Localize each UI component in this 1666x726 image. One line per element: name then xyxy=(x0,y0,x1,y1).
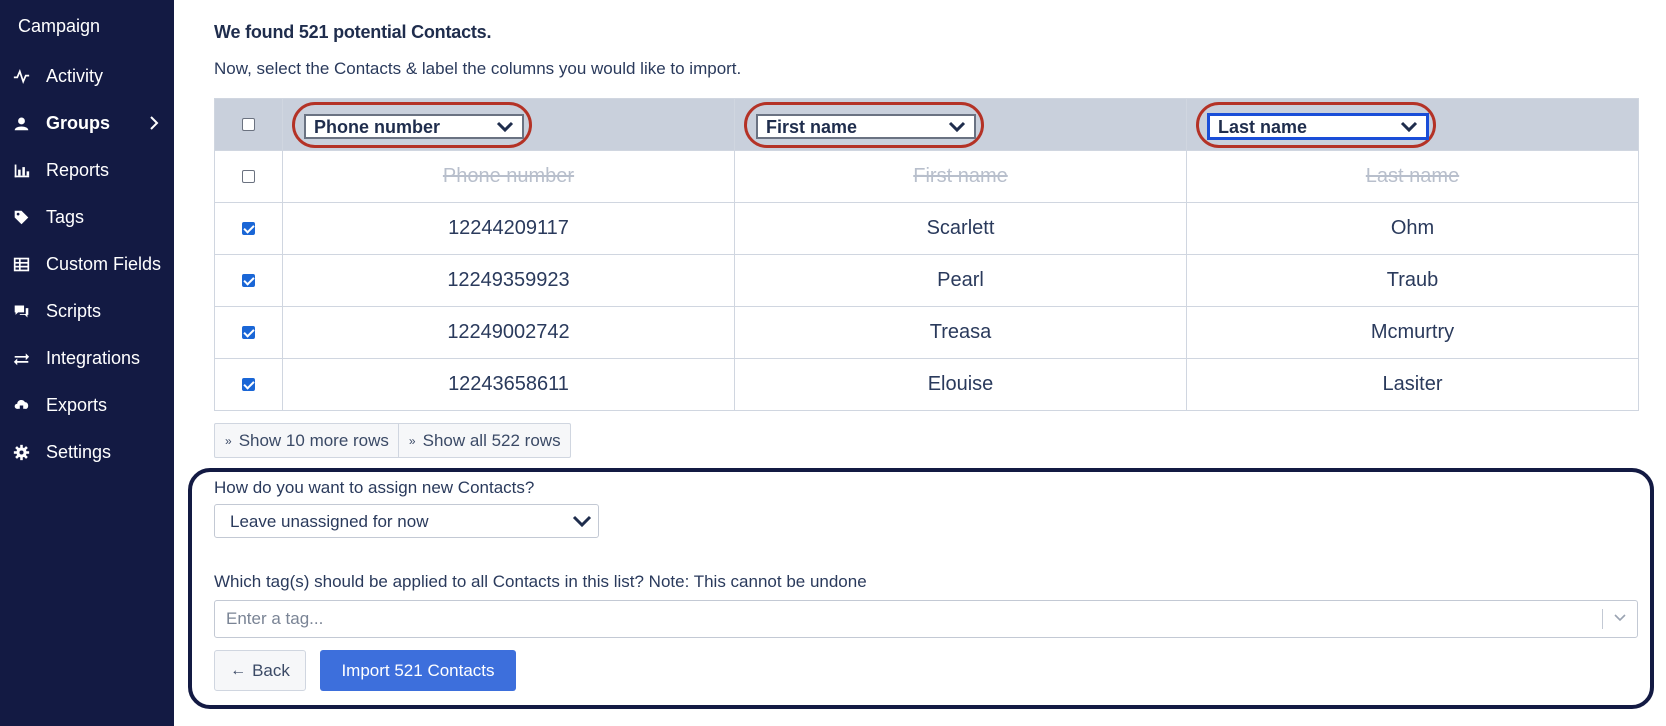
column-mapping-cell: Phone number xyxy=(282,98,735,151)
sidebar-item-label: Activity xyxy=(46,65,104,86)
chevron-down-icon xyxy=(1400,121,1418,132)
table-row: 12249002742 Treasa Mcmurtry xyxy=(214,306,1639,359)
brand-title: Campaign xyxy=(18,16,101,36)
sidebar-item-settings[interactable]: Settings xyxy=(0,432,174,472)
contacts-import-table: Phone number First name Last name Phone … xyxy=(214,98,1639,411)
column-type-select[interactable]: Phone number xyxy=(304,113,524,139)
tag-input[interactable]: Enter a tag... xyxy=(214,600,1638,638)
row-checkbox[interactable] xyxy=(242,326,255,340)
table-cell: 12243658611 xyxy=(282,358,735,411)
comments-icon xyxy=(11,301,31,321)
sidebar-item-label: Integrations xyxy=(46,347,141,368)
tag-icon xyxy=(11,207,31,227)
sidebar-item-integrations[interactable]: Integrations xyxy=(0,338,174,378)
row-checkbox[interactable] xyxy=(242,222,255,236)
chevron-down-icon xyxy=(572,515,592,528)
select-value: Phone number xyxy=(314,116,441,137)
double-chevron-down-icon: » xyxy=(225,433,232,448)
table-cell: Lasiter xyxy=(1186,358,1639,411)
sidebar-item-tags[interactable]: Tags xyxy=(0,197,174,237)
exchange-icon xyxy=(11,348,31,368)
show-rows-button-group: » Show 10 more rows » Show all 522 rows xyxy=(214,423,571,458)
table-cell: Scarlett xyxy=(734,202,1187,255)
tag-question-label: Which tag(s) should be applied to all Co… xyxy=(214,572,867,591)
table-icon xyxy=(11,254,31,274)
table-cell: 12244209117 xyxy=(282,202,735,255)
sidebar-item-label: Settings xyxy=(46,441,112,462)
sidebar-item-exports[interactable]: Exports xyxy=(0,385,174,425)
activity-icon xyxy=(11,66,31,86)
table-cell: Ohm xyxy=(1186,202,1639,255)
cloud-download-icon xyxy=(11,395,31,415)
table-cell: Phone number xyxy=(282,150,735,203)
double-chevron-down-icon: » xyxy=(408,433,416,448)
import-instructions: Now, select the Contacts & label the col… xyxy=(214,59,742,78)
select-all-cell xyxy=(214,98,283,151)
table-row: 12243658611 Elouise Lasiter xyxy=(214,358,1639,411)
table-cell: Treasa xyxy=(734,306,1187,359)
gear-icon xyxy=(11,442,31,462)
found-contacts-heading: We found 521 potential Contacts. xyxy=(214,22,492,42)
input-separator xyxy=(1602,609,1603,629)
assign-contacts-select[interactable]: Leave unassigned for now xyxy=(214,504,599,538)
import-contacts-button[interactable]: Import 521 Contacts xyxy=(320,650,516,691)
table-cell: Pearl xyxy=(734,254,1187,307)
assign-select-value: Leave unassigned for now xyxy=(230,512,429,531)
assign-question-label: How do you want to assign new Contacts? xyxy=(214,478,535,497)
select-value: First name xyxy=(766,116,858,137)
column-mapping-cell: Last name xyxy=(1186,98,1639,151)
users-icon xyxy=(11,113,31,133)
select-value: Last name xyxy=(1218,116,1308,137)
table-cell: First name xyxy=(734,150,1187,203)
show-all-rows-button[interactable]: » Show all 522 rows xyxy=(397,424,570,457)
highlight-ring: Phone number xyxy=(292,101,532,148)
table-cell: Traub xyxy=(1186,254,1639,307)
sidebar-item-label: Exports xyxy=(46,394,108,415)
select-all-checkbox[interactable] xyxy=(242,118,255,132)
column-type-select[interactable]: First name xyxy=(756,113,976,139)
tag-input-placeholder: Enter a tag... xyxy=(226,609,324,628)
highlight-ring: Last name xyxy=(1196,101,1436,148)
arrow-left-icon: ← xyxy=(230,661,247,679)
row-checkbox[interactable] xyxy=(242,170,255,184)
table-cell: 12249002742 xyxy=(282,306,735,359)
show-more-rows-button[interactable]: » Show 10 more rows xyxy=(215,424,398,457)
column-mapping-cell: First name xyxy=(734,98,1187,151)
sidebar-item-groups[interactable]: Groups xyxy=(0,103,174,143)
highlight-ring: First name xyxy=(744,101,984,148)
table-header-row: Phone number First name Last name xyxy=(214,150,1639,203)
main-content: We found 521 potential Contacts. Now, se… xyxy=(174,0,1666,726)
sidebar-item-custom-fields[interactable]: Custom Fields xyxy=(0,244,174,284)
table-cell: Elouise xyxy=(734,358,1187,411)
table-row: 12249359923 Pearl Traub xyxy=(214,254,1639,307)
sidebar-item-label: Reports xyxy=(46,159,110,180)
back-button[interactable]: ← Back xyxy=(214,650,306,691)
sidebar-item-scripts[interactable]: Scripts xyxy=(0,291,174,331)
bar-chart-icon xyxy=(11,160,31,180)
sidebar-item-label: Scripts xyxy=(46,300,102,321)
sidebar: Campaign Activity Groups Reports Tags Cu… xyxy=(0,0,174,726)
sidebar-item-activity[interactable]: Activity xyxy=(0,56,174,96)
table-cell: Mcmurtry xyxy=(1186,306,1639,359)
chevron-down-icon xyxy=(496,121,514,132)
sidebar-item-label: Tags xyxy=(46,206,85,227)
table-cell: Last name xyxy=(1186,150,1639,203)
row-checkbox[interactable] xyxy=(242,274,255,288)
sidebar-item-reports[interactable]: Reports xyxy=(0,150,174,190)
sidebar-item-label: Groups xyxy=(46,112,111,133)
column-type-select[interactable]: Last name xyxy=(1208,113,1428,139)
row-checkbox[interactable] xyxy=(242,378,255,392)
table-row: 12244209117 Scarlett Ohm xyxy=(214,202,1639,255)
column-mapping-row: Phone number First name Last name xyxy=(214,98,1639,151)
table-cell: 12249359923 xyxy=(282,254,735,307)
chevron-right-icon xyxy=(150,116,159,130)
chevron-down-icon[interactable] xyxy=(1613,612,1627,624)
sidebar-item-label: Custom Fields xyxy=(46,253,162,274)
chevron-down-icon xyxy=(948,121,966,132)
